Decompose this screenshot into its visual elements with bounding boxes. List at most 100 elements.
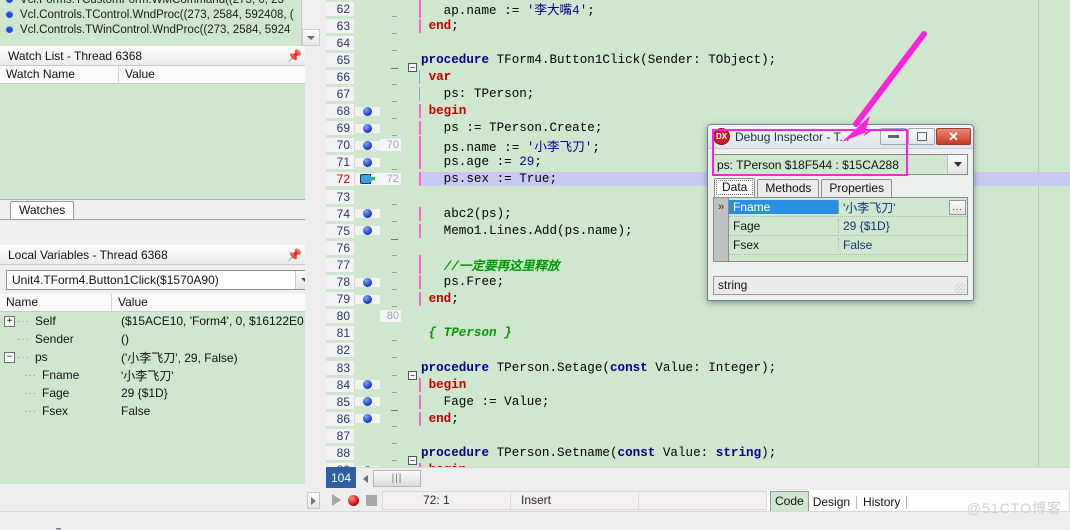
code-text[interactable]: ps: TPerson;	[419, 87, 1070, 102]
tab-properties[interactable]: Properties	[821, 179, 893, 197]
inspector-data-grid[interactable]: » Fname '小李飞刀' ... Fage 29 {$1D} Fsex Fa…	[713, 197, 968, 262]
breakpoint-gutter[interactable]	[354, 140, 380, 150]
column-header-watch-name[interactable]: Watch Name	[0, 66, 118, 83]
scroll-right-button[interactable]	[307, 492, 320, 509]
scroll-down-button[interactable]	[302, 29, 320, 46]
code-text[interactable]: begin	[419, 104, 1070, 119]
call-stack-list[interactable]: Vcl.Forms.TCustomForm.WMCommand((273, 0,…	[0, 0, 300, 46]
code-line[interactable]: 67 ps: TPerson;	[326, 85, 1070, 103]
code-line[interactable]: 85 Fage := Value;	[326, 393, 1070, 411]
breakpoint-gutter[interactable]	[354, 173, 380, 186]
breakpoint-icon[interactable]	[363, 140, 372, 150]
code-line[interactable]: 82	[326, 342, 1070, 359]
inspector-expression-combobox[interactable]: ps: TPerson $18F544 : $15CA288	[713, 154, 968, 175]
code-line[interactable]: 83 − procedure TPerson.Setage(const Valu…	[326, 359, 1070, 380]
table-row[interactable]: ··· Fage 29 {$1D}	[0, 384, 320, 402]
expand-toggle-icon[interactable]: +	[4, 315, 15, 327]
tab-data[interactable]: Data	[714, 178, 756, 197]
tab-history[interactable]: History	[859, 493, 904, 511]
code-line[interactable]: 65 − procedure TForm4.Button1Click(Sende…	[326, 51, 1070, 72]
run-arrow-icon[interactable]	[332, 494, 341, 506]
chevron-down-icon[interactable]	[947, 155, 967, 174]
code-line[interactable]: 88 − procedure TPerson.Setname(const Val…	[326, 444, 1070, 465]
breakpoint-gutter[interactable]	[354, 294, 380, 304]
call-stack-scrollbar[interactable]	[301, 0, 320, 46]
scope-combobox[interactable]: Unit4.TForm4.Button1Click($1570A90)	[6, 270, 314, 290]
code-line[interactable]: 68 begin	[326, 103, 1070, 120]
code-text[interactable]: end;	[419, 18, 1070, 33]
tab-code[interactable]: Code	[770, 490, 809, 511]
breakpoint-icon[interactable]	[363, 414, 372, 424]
code-line[interactable]: 86 end;	[326, 410, 1070, 427]
table-row[interactable]: + ··· Self ($15ACE10, 'Form4', 0, $16122…	[0, 312, 320, 330]
breakpoint-icon[interactable]	[363, 106, 372, 116]
code-text[interactable]: begin	[419, 377, 1070, 392]
tab-watches[interactable]: Watches	[10, 201, 75, 219]
tab-design[interactable]: Design	[809, 493, 854, 511]
inspector-rows[interactable]: Fname '小李飞刀' ... Fage 29 {$1D} Fsex Fals…	[729, 198, 967, 261]
local-variables-grid[interactable]: + ··· Self ($15ACE10, 'Form4', 0, $16122…	[0, 312, 320, 484]
breakpoint-gutter[interactable]	[354, 157, 380, 167]
pin-icon[interactable]: 📌	[287, 49, 302, 62]
call-stack-row[interactable]: Vcl.Forms.TCustomForm.WMCommand((273, 0,…	[0, 0, 300, 7]
code-line[interactable]: 62 ap.name := '李大嘴4';	[326, 0, 1070, 19]
breakpoint-gutter[interactable]	[354, 414, 380, 424]
breakpoint-gutter[interactable]	[354, 380, 380, 390]
minimize-icon[interactable]	[880, 128, 907, 145]
table-row[interactable]: Fname '小李飞刀' ...	[729, 198, 967, 217]
breakpoint-icon[interactable]	[363, 209, 372, 219]
table-row[interactable]: − ··· ps ('小李飞刀', 29, False)	[0, 348, 320, 366]
breakpoint-icon[interactable]	[363, 157, 372, 167]
table-row[interactable]: ··· Sender ()	[0, 330, 320, 348]
table-row[interactable]: Fage 29 {$1D}	[729, 217, 967, 236]
resize-grip-icon[interactable]	[955, 283, 965, 293]
restore-icon[interactable]	[908, 128, 935, 145]
code-line[interactable]: 66 var	[326, 68, 1070, 85]
ellipsis-button[interactable]: ...	[949, 199, 966, 215]
breakpoint-gutter[interactable]	[354, 226, 380, 236]
call-stack-row[interactable]: Vcl.Controls.TWinControl.WndProc((273, 2…	[0, 22, 300, 37]
inspector-titlebar[interactable]: DX Debug Inspector - T... ✕	[708, 125, 973, 149]
code-line[interactable]: 87	[326, 427, 1070, 444]
breakpoint-icon[interactable]	[363, 294, 372, 304]
close-icon[interactable]: ✕	[936, 128, 971, 145]
code-line[interactable]: 63 end;	[326, 17, 1070, 34]
column-header-value[interactable]: Value	[112, 294, 320, 311]
breakpoint-icon[interactable]	[363, 277, 372, 287]
table-row[interactable]: ··· Fsex False	[0, 402, 320, 420]
debug-inspector-window[interactable]: DX Debug Inspector - T... ✕ ps: TPerson …	[707, 124, 974, 301]
breakpoint-gutter[interactable]	[354, 106, 380, 116]
code-text[interactable]: procedure TForm4.Button1Click(Sender: TO…	[419, 53, 1070, 67]
breakpoint-gutter[interactable]	[354, 397, 380, 407]
collapse-toggle-icon[interactable]: −	[4, 351, 15, 363]
horizontal-scrollbar[interactable]: |||	[357, 467, 1070, 489]
stop-square-icon[interactable]	[366, 494, 377, 506]
code-text[interactable]: Fage := Value;	[419, 394, 1070, 409]
column-header-name[interactable]: Name	[0, 294, 111, 311]
code-text[interactable]: { TPerson }	[419, 326, 1070, 340]
code-text[interactable]: procedure TPerson.Setname(const Value: s…	[419, 446, 1070, 460]
breakpoint-gutter[interactable]	[354, 277, 380, 287]
breakpoint-gutter[interactable]	[354, 123, 380, 133]
tab-methods[interactable]: Methods	[757, 179, 820, 197]
breakpoint-icon[interactable]	[363, 226, 372, 236]
table-row[interactable]: ··· Fname '小李飞刀'	[0, 366, 320, 384]
code-line[interactable]: 84 begin	[326, 376, 1070, 393]
call-stack-row[interactable]: Vcl.Controls.TControl.WndProc((273, 2584…	[0, 7, 300, 22]
scrollbar-thumb[interactable]: |||	[373, 470, 421, 487]
code-text[interactable]: ap.name := '李大嘴4';	[419, 0, 1070, 19]
breakpoint-gutter[interactable]	[354, 209, 380, 219]
code-text[interactable]: var	[419, 69, 1070, 84]
column-header-value[interactable]: Value	[119, 66, 320, 83]
breakpoint-icon[interactable]	[363, 380, 372, 390]
insert-mode[interactable]: Insert	[511, 491, 639, 509]
table-row[interactable]: Fsex False	[729, 236, 967, 255]
red-ball-icon[interactable]	[348, 494, 359, 506]
code-text[interactable]: end;	[419, 411, 1070, 426]
code-line[interactable]: 81 { TPerson }	[326, 325, 1070, 342]
watch-list-body[interactable]	[0, 84, 320, 200]
breakpoint-icon[interactable]	[363, 123, 372, 133]
pin-icon[interactable]: 📌	[287, 248, 302, 261]
breakpoint-icon[interactable]	[363, 397, 372, 407]
scroll-left-button[interactable]	[357, 470, 373, 488]
